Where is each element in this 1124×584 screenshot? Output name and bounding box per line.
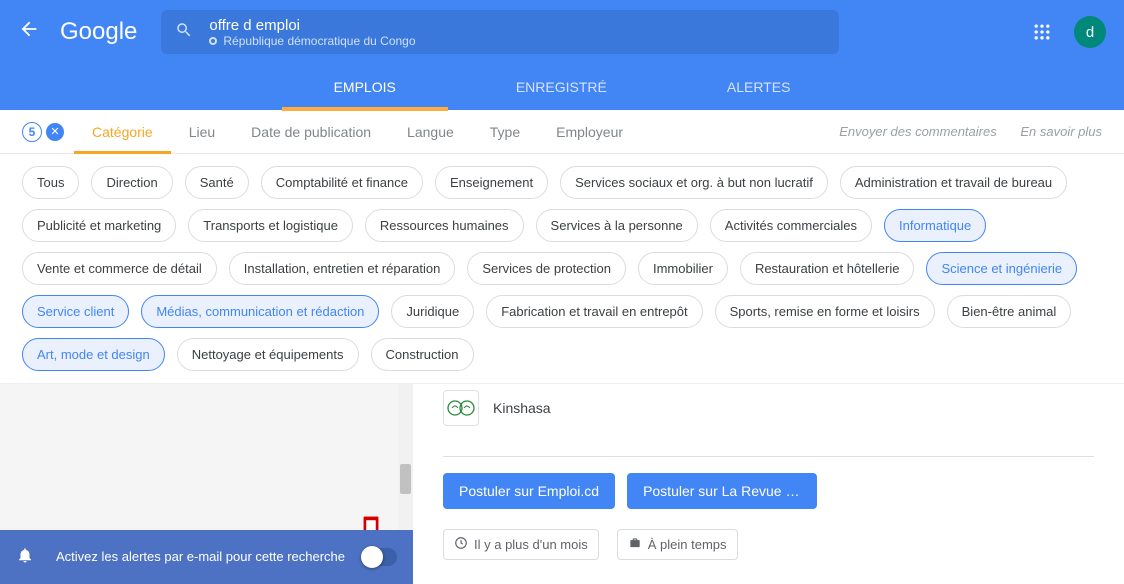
- chip-informatique[interactable]: Informatique: [884, 209, 986, 242]
- filter-lieu[interactable]: Lieu: [171, 124, 233, 140]
- category-chips: Tous Direction Santé Comptabilité et financ…: [0, 154, 1124, 384]
- filter-date[interactable]: Date de publication: [233, 124, 389, 140]
- search-location: République démocratique du Congo: [209, 34, 415, 48]
- tab-alertes[interactable]: ALERTES: [667, 64, 851, 110]
- chip-science-et-ing-nierie[interactable]: Science et ingénierie: [926, 252, 1077, 285]
- tab-enregistre[interactable]: ENREGISTRÉ: [456, 64, 667, 110]
- chip-tous[interactable]: Tous: [22, 166, 79, 199]
- chip-juridique[interactable]: Juridique: [391, 295, 474, 328]
- feedback-link[interactable]: Envoyer des commentaires: [839, 124, 997, 139]
- chip-immobilier[interactable]: Immobilier: [638, 252, 728, 285]
- job-detail-pane: Kinshasa Postuler sur Emploi.cd Postuler…: [413, 384, 1124, 584]
- filter-categorie[interactable]: Catégorie: [74, 124, 171, 140]
- apps-icon[interactable]: [1032, 22, 1052, 42]
- meta-type: À plein temps: [617, 529, 738, 560]
- job-location: Kinshasa: [493, 400, 551, 416]
- avatar[interactable]: d: [1074, 16, 1106, 48]
- scroll-thumb[interactable]: [400, 464, 411, 494]
- chip-construction[interactable]: Construction: [371, 338, 474, 371]
- count-badge: 5: [22, 122, 42, 142]
- chip-sports-remise-en-forme-et-loisirs[interactable]: Sports, remise en forme et loisirs: [715, 295, 935, 328]
- employer-logo: [443, 390, 479, 426]
- chip-fabrication-et-travail-en-entrep-t[interactable]: Fabrication et travail en entrepôt: [486, 295, 702, 328]
- learn-more-link[interactable]: En savoir plus: [1020, 124, 1102, 139]
- chip-installation-entretien-et-r-paration[interactable]: Installation, entretien et réparation: [229, 252, 456, 285]
- apply-button-1[interactable]: Postuler sur Emploi.cd: [443, 473, 615, 509]
- chip-services-sociaux-et-org-but-non-lucratif[interactable]: Services sociaux et org. à but non lucra…: [560, 166, 828, 199]
- results-pane: Activez les alertes par e-mail pour cett…: [0, 384, 413, 584]
- chip-sant-[interactable]: Santé: [185, 166, 249, 199]
- divider: [443, 456, 1094, 457]
- google-logo[interactable]: Google: [60, 18, 137, 46]
- alert-text: Activez les alertes par e-mail pour cett…: [56, 549, 363, 566]
- chip-enseignement[interactable]: Enseignement: [435, 166, 548, 199]
- search-icon: [175, 21, 193, 44]
- chip-service-client[interactable]: Service client: [22, 295, 129, 328]
- chip-bien-tre-animal[interactable]: Bien-être animal: [947, 295, 1072, 328]
- chip-activit-s-commerciales[interactable]: Activités commerciales: [710, 209, 872, 242]
- clock-icon: [454, 536, 468, 553]
- chip-m-dias-communication-et-r-daction[interactable]: Médias, communication et rédaction: [141, 295, 379, 328]
- apply-button-2[interactable]: Postuler sur La Revue De L'…: [627, 473, 817, 509]
- tab-emplois[interactable]: EMPLOIS: [274, 64, 456, 110]
- alert-toggle[interactable]: [363, 548, 397, 566]
- chip-nettoyage-et-quipements[interactable]: Nettoyage et équipements: [177, 338, 359, 371]
- chip-transports-et-logistique[interactable]: Transports et logistique: [188, 209, 353, 242]
- chip-services-de-protection[interactable]: Services de protection: [467, 252, 626, 285]
- chip-comptabilit-et-finance[interactable]: Comptabilité et finance: [261, 166, 423, 199]
- chip-direction[interactable]: Direction: [91, 166, 172, 199]
- chip-ressources-humaines[interactable]: Ressources humaines: [365, 209, 524, 242]
- chip-services-la-personne[interactable]: Services à la personne: [536, 209, 698, 242]
- briefcase-icon: [628, 536, 642, 553]
- filter-count: 5 ✕: [22, 122, 64, 142]
- filter-type[interactable]: Type: [472, 124, 538, 140]
- bell-icon: [16, 546, 34, 569]
- chip-administration-et-travail-de-bureau[interactable]: Administration et travail de bureau: [840, 166, 1067, 199]
- filter-employeur[interactable]: Employeur: [538, 124, 641, 140]
- filter-langue[interactable]: Langue: [389, 124, 472, 140]
- chip-vente-et-commerce-de-d-tail[interactable]: Vente et commerce de détail: [22, 252, 217, 285]
- search-query: offre d emploi: [209, 17, 415, 34]
- back-arrow[interactable]: [18, 18, 40, 46]
- chip-art-mode-et-design[interactable]: Art, mode et design: [22, 338, 165, 371]
- meta-time: Il y a plus d'un mois: [443, 529, 599, 560]
- chip-publicit-et-marketing[interactable]: Publicité et marketing: [22, 209, 176, 242]
- chip-restauration-et-h-tellerie[interactable]: Restauration et hôtellerie: [740, 252, 915, 285]
- search-box[interactable]: offre d emploi République démocratique d…: [161, 10, 839, 54]
- alert-bar: Activez les alertes par e-mail pour cett…: [0, 530, 413, 584]
- clear-filters-icon[interactable]: ✕: [46, 123, 64, 141]
